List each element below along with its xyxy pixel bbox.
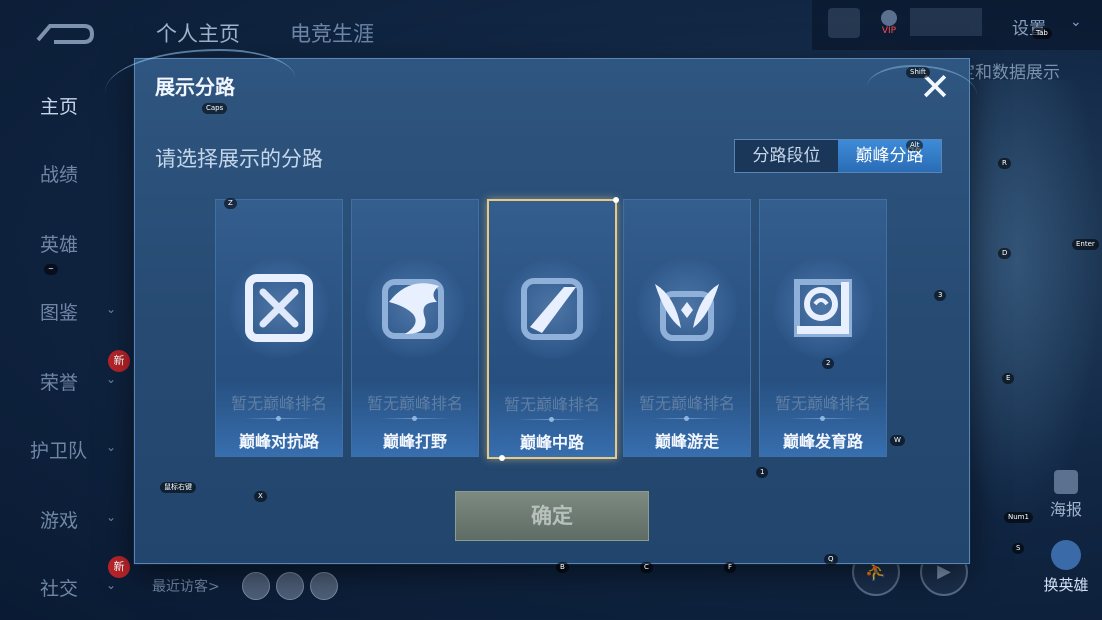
visitor-avatar[interactable]	[242, 572, 270, 600]
selection-corner-dot	[499, 455, 505, 461]
selection-corner-dot	[613, 197, 619, 203]
lane-card-name: 巅峰打野	[382, 432, 447, 451]
vip-badge: VIP	[876, 10, 902, 40]
key-hint-x: X	[254, 491, 267, 502]
sidebar-item-label: 荣誉	[40, 372, 79, 394]
key-hint-tab: Tab	[1032, 28, 1052, 39]
lane-rank-text: 暂无巅峰排名	[366, 394, 463, 413]
jungle-dragon-icon	[379, 272, 451, 344]
sidebar-item-label: 游戏	[40, 510, 79, 532]
sidebar-item-label: 战绩	[40, 164, 79, 186]
vip-info-box	[910, 8, 982, 36]
sidebar-item-label: 护卫队	[30, 440, 88, 462]
roam-wings-icon	[651, 272, 723, 344]
key-hint-shift: Shift	[906, 67, 930, 78]
lane-card-name: 巅峰发育路	[782, 432, 863, 451]
new-badge: 新	[108, 350, 130, 372]
lane-card[interactable]: 暂无巅峰排名 巅峰发育路	[759, 199, 887, 457]
lane-rank-text: 暂无巅峰排名	[230, 394, 327, 413]
poster-button[interactable]: 海报	[1044, 470, 1088, 520]
poster-icon	[1054, 470, 1078, 494]
key-hint-b: B	[556, 562, 569, 573]
chevron-down-icon: ⌄	[106, 302, 117, 316]
avatar-icon	[881, 10, 897, 26]
chevron-down-icon: ⌄	[106, 440, 117, 454]
dialog-subtitle: 请选择展示的分路	[155, 147, 323, 171]
tab-profile[interactable]: 个人主页	[156, 18, 240, 48]
key-hint-c: C	[640, 562, 653, 573]
top-tabs: 个人主页 电竞生涯	[156, 18, 374, 48]
key-hint-enter: Enter	[1072, 239, 1099, 250]
lane-card-name: 巅峰对抗路	[238, 432, 319, 451]
divider	[788, 416, 858, 421]
sidebar-item-label: 图鉴	[40, 302, 79, 324]
key-hint-mouse: 鼠标右键	[160, 482, 196, 493]
tab-esports-career[interactable]: 电竞生涯	[290, 18, 374, 48]
visitor-avatar[interactable]	[310, 572, 338, 600]
clash-lane-icon	[243, 272, 315, 344]
lane-card[interactable]: 暂无巅峰排名 巅峰打野	[351, 199, 479, 457]
sidebar-item-label: 社交	[40, 578, 79, 600]
key-hint-tilde: ~	[44, 264, 58, 275]
bell-icon[interactable]	[828, 8, 860, 38]
chevron-down-icon: ⌄	[106, 372, 117, 386]
divider	[244, 416, 314, 421]
sidebar-item-label: 主页	[40, 96, 79, 118]
lane-rank-text: 暂无巅峰排名	[638, 394, 735, 413]
divider	[517, 417, 587, 422]
lane-rank-text: 暂无巅峰排名	[503, 395, 600, 414]
key-hint-caps: Caps	[202, 103, 228, 114]
toggle-lane-rank[interactable]: 分路段位	[735, 140, 838, 172]
swap-hero-icon	[1051, 540, 1081, 570]
divider	[652, 416, 722, 421]
dialog-title: 展示分路	[155, 75, 235, 99]
chevron-down-icon[interactable]: ⌄	[1070, 14, 1082, 30]
back-arrow-icon[interactable]	[34, 18, 94, 48]
swap-hero-button[interactable]: 换英雄	[1036, 540, 1096, 595]
confirm-button[interactable]: 确定	[455, 491, 649, 541]
lane-card[interactable]: 暂无巅峰排名 巅峰对抗路	[215, 199, 343, 457]
lane-cards: 暂无巅峰排名 巅峰对抗路 暂无巅峰排名 巅峰打野 暂无巅峰排名 巅峰中路 暂无巅峰排名 巅峰游…	[215, 197, 887, 461]
lane-card[interactable]: 暂无巅峰排名 巅峰游走	[623, 199, 751, 457]
mid-lane-icon	[516, 273, 588, 345]
key-hint-alt: Alt	[906, 140, 924, 151]
show-lane-dialog: 展示分路 ✕ 请选择展示的分路 分路段位 巅峰分路 暂无巅峰排名 巅峰对抗路 暂无巅峰…	[105, 49, 977, 564]
recent-visitors-link[interactable]: 最近访客>	[152, 576, 220, 596]
background-heading: 定和数据展示	[958, 63, 1060, 83]
hero-scenery	[960, 80, 1102, 530]
lane-card[interactable]: 暂无巅峰排名 巅峰中路	[487, 197, 619, 461]
toggle-peak-lane[interactable]: 巅峰分路	[838, 140, 941, 172]
visitor-avatar[interactable]	[276, 572, 304, 600]
chevron-down-icon: ⌄	[106, 510, 117, 524]
divider	[380, 416, 450, 421]
sidebar-item-label: 英雄	[40, 234, 79, 256]
key-hint-q: Q	[824, 554, 838, 565]
lane-card-name: 巅峰游走	[654, 432, 719, 451]
chevron-down-icon: ⌄	[106, 578, 117, 592]
lane-rank-text: 暂无巅峰排名	[774, 394, 871, 413]
key-hint-r: R	[998, 158, 1011, 169]
lane-card-name: 巅峰中路	[519, 433, 584, 452]
key-hint-w: W	[890, 435, 905, 446]
key-hint-num1: Num1	[1004, 512, 1033, 523]
key-hint-z: Z	[224, 198, 237, 209]
farm-lane-icon	[787, 272, 859, 344]
key-hint-d: D	[998, 248, 1012, 259]
key-hint-f: F	[724, 562, 737, 573]
new-badge: 新	[108, 556, 130, 578]
